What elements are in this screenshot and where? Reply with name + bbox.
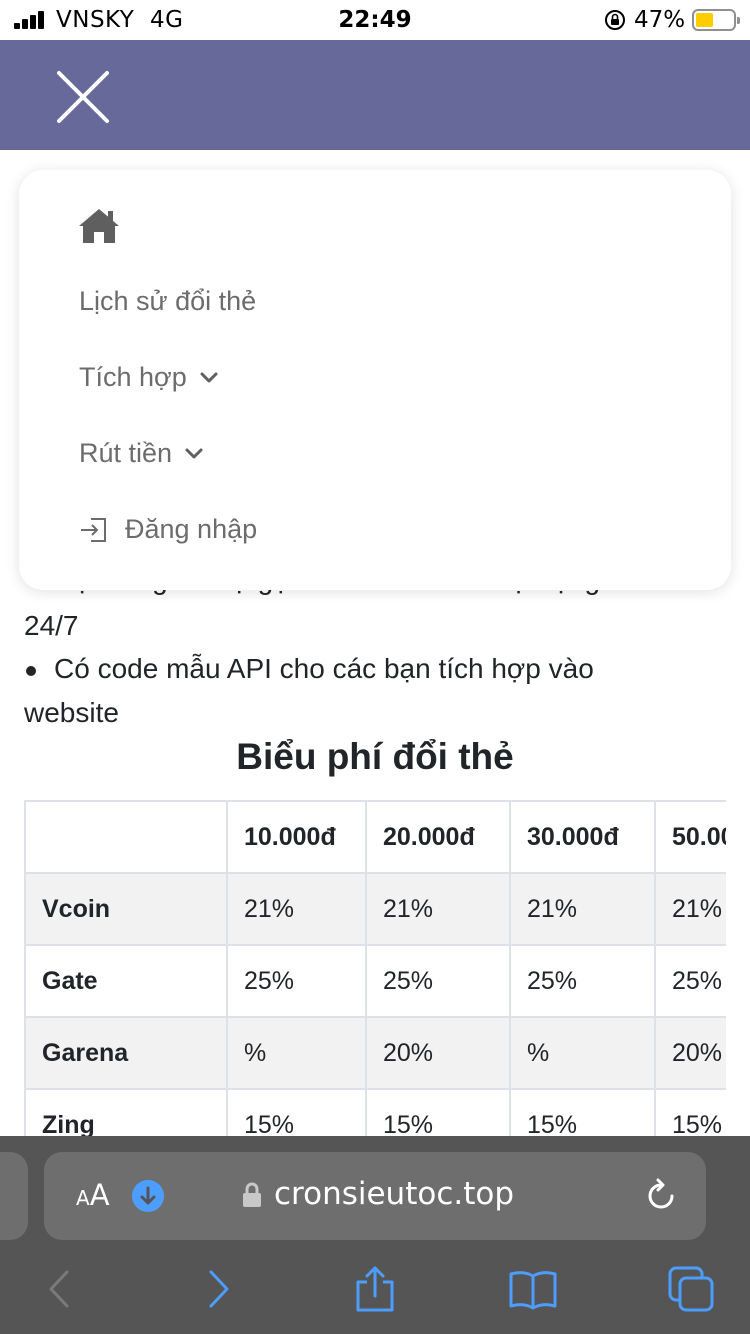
status-bar: VNSKY 4G 22:49 47% xyxy=(0,0,750,40)
forward-icon[interactable] xyxy=(194,1264,244,1314)
chevron-down-icon xyxy=(200,372,218,382)
feature-text-2-cont: website xyxy=(24,697,119,728)
battery-percent: 47% xyxy=(634,7,686,33)
reload-icon[interactable] xyxy=(644,1178,678,1214)
fee-cell: 25% xyxy=(654,944,726,1018)
previous-tab-preview[interactable] xyxy=(0,1152,28,1240)
tabs-icon[interactable] xyxy=(666,1264,716,1314)
header-cell: 10.000đ xyxy=(226,800,367,874)
menu-item-history[interactable]: Lịch sử đổi thẻ xyxy=(79,286,256,317)
text-size-button[interactable]: AA xyxy=(76,1178,110,1212)
chevron-down-icon xyxy=(185,448,203,458)
feature-text-1-cont: 24/7 xyxy=(24,610,79,641)
table-header-row: 10.000đ 20.000đ 30.000đ 50.000đ xyxy=(24,800,726,874)
fee-cell: 25% xyxy=(365,944,511,1018)
menu-item-label: Tích hợp xyxy=(79,362,187,392)
fee-table-scroll[interactable]: 10.000đ 20.000đ 30.000đ 50.000đ Vcoin 21… xyxy=(24,800,726,1136)
fee-table-title: Biểu phí đổi thẻ xyxy=(236,736,514,777)
header-cell: 20.000đ xyxy=(365,800,511,874)
fee-table: 10.000đ 20.000đ 30.000đ 50.000đ Vcoin 21… xyxy=(24,800,726,1136)
lock-icon xyxy=(243,1182,261,1207)
address-bar[interactable]: AA cronsieutoc.top xyxy=(44,1152,706,1240)
close-icon[interactable] xyxy=(52,66,114,128)
header-cell xyxy=(24,800,228,874)
bookmarks-icon[interactable] xyxy=(508,1264,558,1314)
fee-cell: 21% xyxy=(654,872,726,946)
card-name: Garena xyxy=(24,1016,228,1090)
feature-text-2: Có code mẫu API cho các bạn tích hợp vào xyxy=(54,653,594,684)
card-name: Vcoin xyxy=(24,872,228,946)
card-name: Zing xyxy=(24,1088,228,1136)
menu-item-login[interactable]: Đăng nhập xyxy=(79,514,257,545)
download-icon[interactable] xyxy=(132,1180,164,1212)
table-row: Garena % 20% % 20% xyxy=(24,1016,726,1090)
fee-cell: 21% xyxy=(365,872,511,946)
fee-cell: 25% xyxy=(509,944,656,1018)
share-icon[interactable] xyxy=(350,1264,400,1314)
navbar xyxy=(0,40,750,150)
table-row: Vcoin 21% 21% 21% 21% xyxy=(24,872,726,946)
nav-dropdown-menu: Lịch sử đổi thẻ Tích hợp Rút tiền Đăng n… xyxy=(19,170,731,590)
fee-cell: 15% xyxy=(509,1088,656,1136)
menu-item-withdraw[interactable]: Rút tiền xyxy=(79,438,204,469)
fee-cell: 25% xyxy=(226,944,367,1018)
menu-item-label: Đăng nhập xyxy=(125,514,258,544)
menu-item-integration[interactable]: Tích hợp xyxy=(79,362,219,393)
fee-cell: % xyxy=(226,1016,367,1090)
login-icon xyxy=(81,517,106,542)
card-name: Gate xyxy=(24,944,228,1018)
menu-item-label: Rút tiền xyxy=(79,438,173,468)
table-row: Zing 15% 15% 15% 15% xyxy=(24,1088,726,1136)
home-icon[interactable] xyxy=(77,206,121,246)
header-cell: 30.000đ xyxy=(509,800,656,874)
fee-cell: 15% xyxy=(226,1088,367,1136)
fee-cell: 20% xyxy=(365,1016,511,1090)
back-icon[interactable] xyxy=(34,1264,84,1314)
rotation-lock-icon xyxy=(605,10,625,30)
bullet xyxy=(26,666,36,676)
menu-item-label: Lịch sử đổi thẻ xyxy=(79,286,257,316)
fee-cell: 20% xyxy=(654,1016,726,1090)
fee-cell: 15% xyxy=(365,1088,511,1136)
header-cell: 50.000đ xyxy=(654,800,726,874)
fee-cell: 15% xyxy=(654,1088,726,1136)
browser-toolbar: AA cronsieutoc.top xyxy=(0,1136,750,1334)
url-text[interactable]: cronsieutoc.top xyxy=(274,1176,514,1212)
fee-cell: 21% xyxy=(226,872,367,946)
fee-cell: 21% xyxy=(509,872,656,946)
table-row: Gate 25% 25% 25% 25% xyxy=(24,944,726,1018)
battery-level-fill xyxy=(696,13,713,27)
fee-cell: % xyxy=(509,1016,656,1090)
battery-icon xyxy=(692,9,740,31)
